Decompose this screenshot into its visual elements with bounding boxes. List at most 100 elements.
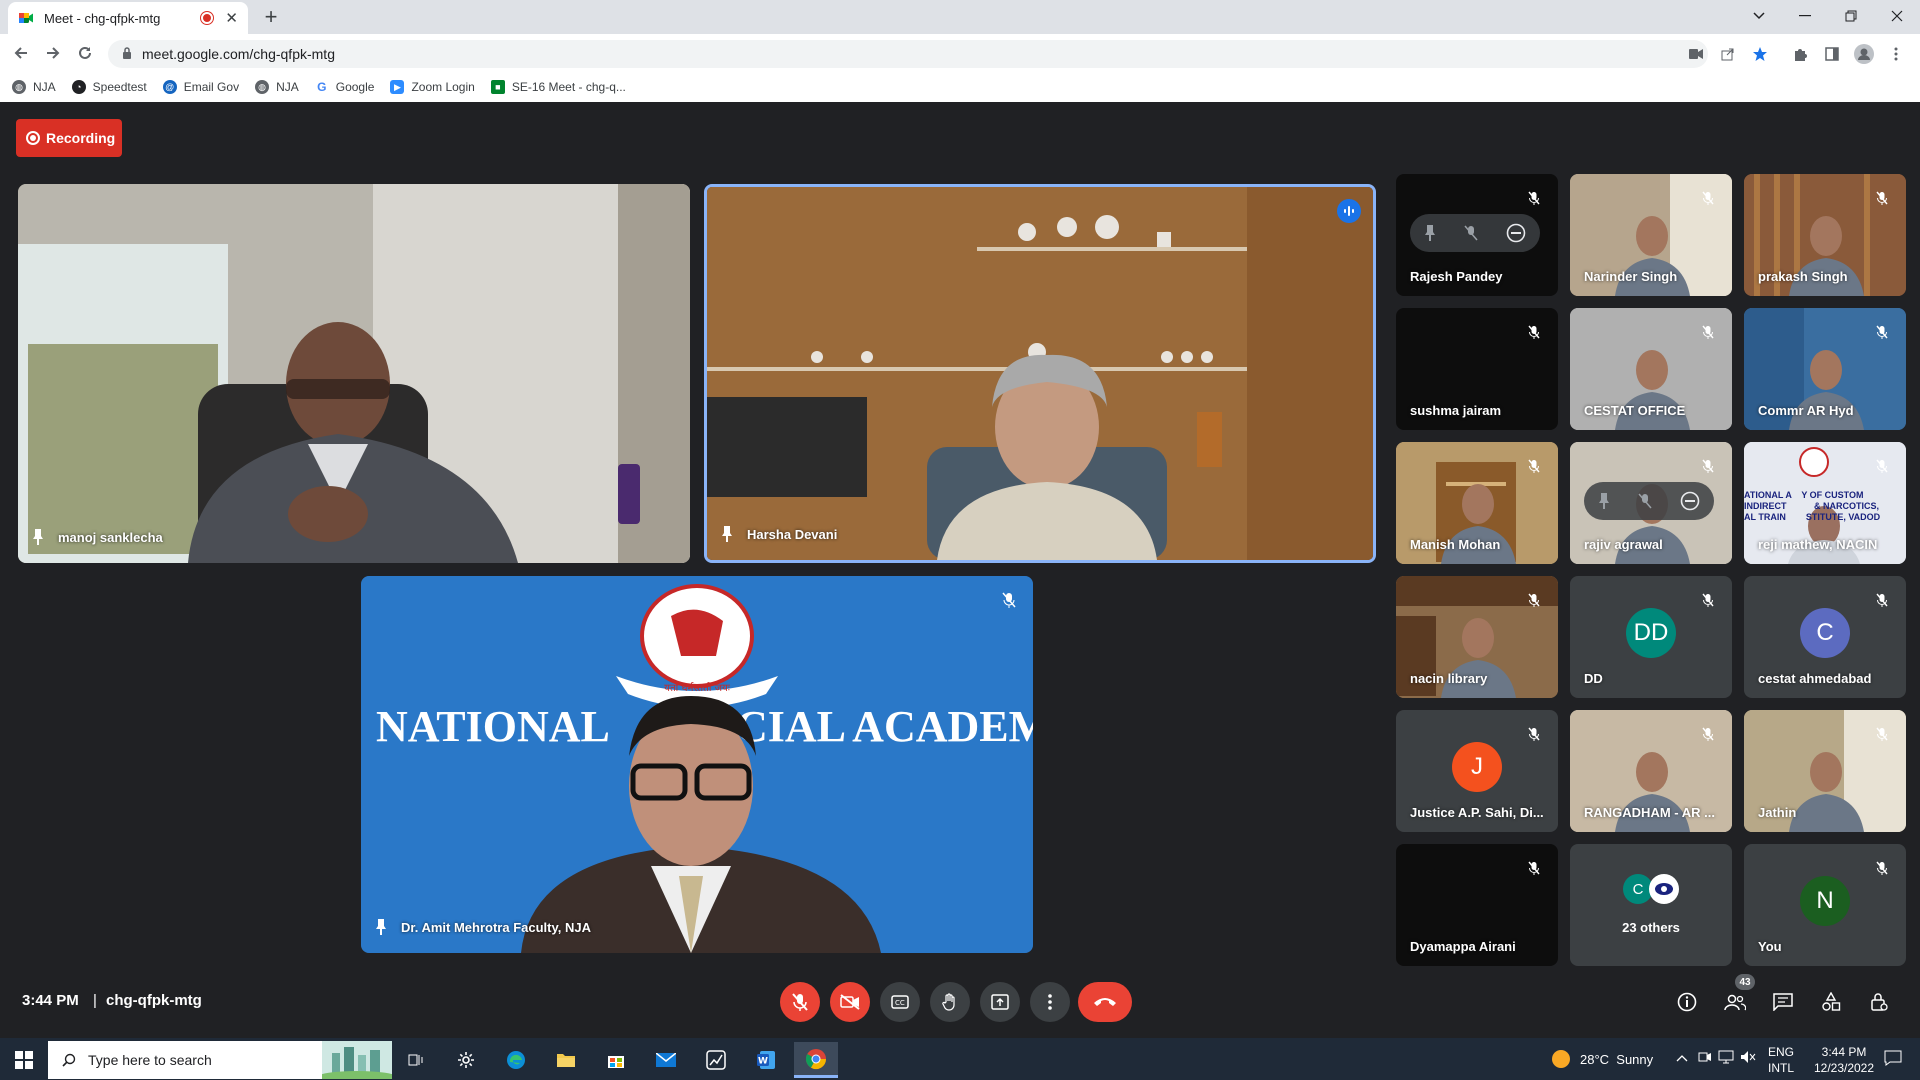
weather-widget[interactable]: 28°C Sunny — [1552, 1050, 1653, 1068]
bookmark-zoom-login[interactable]: ▶ Zoom Login — [390, 80, 475, 94]
store-taskbar-button[interactable] — [594, 1042, 638, 1078]
avatar: N — [1800, 876, 1850, 926]
video-tile-justice-a-p-sahi-di[interactable]: J Justice A.P. Sahi, Di... — [1396, 710, 1558, 832]
video-tile-23-others[interactable]: C 23 others — [1570, 844, 1732, 966]
bookmark-google[interactable]: G Google — [314, 80, 374, 94]
bookmark-speedtest[interactable]: ◔ Speedtest — [71, 80, 147, 94]
file-explorer-taskbar-button[interactable] — [544, 1042, 588, 1078]
pin-icon[interactable] — [375, 919, 387, 935]
video-tile-dd[interactable]: DD DD — [1570, 576, 1732, 698]
video-tile-harsha-devani[interactable]: Harsha Devani — [704, 184, 1376, 563]
recording-badge[interactable]: Recording — [16, 119, 122, 157]
video-tile-reji-mathew-nacin[interactable]: ATIONAL A Y OF CUSTOM INDIRECT & NARCOTI… — [1744, 442, 1906, 564]
word-taskbar-button[interactable]: W — [744, 1042, 788, 1078]
app-taskbar-button[interactable] — [694, 1042, 738, 1078]
muted-mic-icon — [1870, 588, 1894, 612]
video-tile-rangadham-ar[interactable]: RANGADHAM - AR ... — [1570, 710, 1732, 832]
mail-taskbar-button[interactable] — [644, 1042, 688, 1078]
video-tile-dyamappa-airani[interactable]: Dyamappa Airani — [1396, 844, 1558, 966]
new-tab-icon[interactable]: + — [256, 2, 286, 32]
video-tile-commr-ar-hyd[interactable]: Commr AR Hyd — [1744, 308, 1906, 430]
browser-menu-icon[interactable] — [1884, 44, 1908, 64]
captions-button[interactable]: CC — [880, 982, 920, 1022]
back-arrow-icon[interactable] — [6, 38, 36, 68]
profile-avatar-icon[interactable] — [1852, 44, 1876, 64]
bookmark-star-icon[interactable] — [1748, 44, 1772, 64]
video-tile-manish-mohan[interactable]: Manish Mohan — [1396, 442, 1558, 564]
present-screen-button[interactable] — [980, 982, 1020, 1022]
remove-participant-icon[interactable] — [1680, 491, 1700, 511]
people-button[interactable] — [1720, 987, 1750, 1017]
reload-icon[interactable] — [70, 38, 100, 68]
mail-icon — [656, 1053, 676, 1067]
pin-icon[interactable] — [32, 529, 44, 545]
video-tile-sushma-jairam[interactable]: sushma jairam — [1396, 308, 1558, 430]
share-icon[interactable] — [1716, 44, 1740, 64]
windows-logo-icon — [15, 1051, 33, 1069]
system-clock[interactable]: 3:44 PM 12/23/2022 — [1808, 1044, 1880, 1076]
leave-call-button[interactable] — [1078, 982, 1132, 1022]
input-language[interactable]: ENG INTL — [1768, 1044, 1794, 1076]
chrome-taskbar-button[interactable] — [794, 1042, 838, 1078]
video-tile-amit-mehrotra[interactable]: यतो धर्मस्ततो जयः NATIONAL CIAL ACADEMY … — [361, 576, 1033, 953]
video-tile-cestat-ahmedabad[interactable]: Ccestat ahmedabad — [1744, 576, 1906, 698]
video-tile-you[interactable]: N You — [1744, 844, 1906, 966]
video-tile-narinder-singh[interactable]: Narinder Singh — [1570, 174, 1732, 296]
pin-icon[interactable] — [1424, 225, 1436, 241]
forward-arrow-icon[interactable] — [38, 38, 68, 68]
volume-muted-icon[interactable] — [1740, 1050, 1756, 1069]
extensions-puzzle-icon[interactable] — [1788, 44, 1812, 64]
video-tile-cestat-office[interactable]: CESTAT OFFICE — [1570, 308, 1732, 430]
video-tile-rajesh-pandey[interactable]: Rajesh Pandey — [1396, 174, 1558, 296]
chat-button[interactable] — [1768, 987, 1798, 1017]
settings-taskbar-button[interactable] — [444, 1042, 488, 1078]
taskbar-search-box[interactable]: Type here to search — [48, 1041, 392, 1079]
minimize-icon[interactable] — [1782, 0, 1828, 32]
bookmark-email-gov[interactable]: @ Email Gov — [162, 80, 239, 94]
people-count-badge: 43 — [1735, 974, 1755, 990]
camera-permission-icon[interactable] — [1684, 44, 1708, 64]
mic-toggle-button[interactable] — [780, 982, 820, 1022]
svg-text:W: W — [758, 1057, 768, 1067]
pin-icon[interactable] — [721, 526, 733, 542]
chrome-icon — [805, 1048, 827, 1069]
start-button[interactable] — [2, 1042, 46, 1078]
task-view-button[interactable] — [394, 1042, 438, 1078]
notifications-icon[interactable] — [1884, 1050, 1902, 1071]
avatar: DD — [1626, 608, 1676, 658]
window-close-icon[interactable] — [1874, 0, 1920, 32]
network-icon[interactable] — [1718, 1050, 1734, 1069]
video-tile-rajiv-agrawal[interactable]: rajiv agrawal — [1570, 442, 1732, 564]
bookmark-se16-meet[interactable]: ■ SE-16 Meet - chg-q... — [490, 80, 626, 94]
others-avatar-stack: C — [1623, 874, 1679, 904]
mute-participant-icon[interactable] — [1464, 225, 1478, 241]
restore-icon[interactable] — [1828, 0, 1874, 32]
bookmark-nja-1[interactable]: ◍ NJA — [12, 80, 56, 94]
bookmark-nja-2[interactable]: ◍ NJA — [255, 80, 299, 94]
pin-icon[interactable] — [1598, 493, 1610, 509]
present-icon — [991, 994, 1009, 1010]
raise-hand-button[interactable] — [930, 982, 970, 1022]
edge-taskbar-button[interactable] — [494, 1042, 538, 1078]
meet-tray-icon[interactable] — [1698, 1050, 1712, 1069]
mute-participant-icon[interactable] — [1638, 493, 1652, 509]
address-bar[interactable]: meet.google.com/chg-qfpk-mtg — [108, 40, 1708, 68]
muted-mic-icon — [1696, 722, 1720, 746]
activities-button[interactable] — [1816, 987, 1846, 1017]
side-panel-icon[interactable] — [1820, 44, 1844, 64]
banner-text-right: CIAL ACADEMY — [736, 702, 1033, 751]
search-placeholder: Type here to search — [88, 1052, 212, 1068]
remove-participant-icon[interactable] — [1506, 223, 1526, 243]
more-options-button[interactable] — [1030, 982, 1070, 1022]
tab-search-chevron-icon[interactable] — [1736, 0, 1782, 32]
tray-overflow-chevron-icon[interactable] — [1676, 1051, 1688, 1065]
browser-tab-meet[interactable]: Meet - chg-qfpk-mtg ✕ — [8, 2, 248, 34]
tab-close-icon[interactable]: ✕ — [225, 9, 238, 27]
video-tile-manoj-sanklecha[interactable]: manoj sanklecha — [18, 184, 690, 563]
camera-toggle-button[interactable] — [830, 982, 870, 1022]
video-tile-jathin[interactable]: Jathin — [1744, 710, 1906, 832]
host-controls-button[interactable] — [1864, 987, 1894, 1017]
video-tile-prakash-singh[interactable]: prakash Singh — [1744, 174, 1906, 296]
video-tile-nacin-library[interactable]: nacin library — [1396, 576, 1558, 698]
meeting-details-button[interactable] — [1672, 987, 1702, 1017]
